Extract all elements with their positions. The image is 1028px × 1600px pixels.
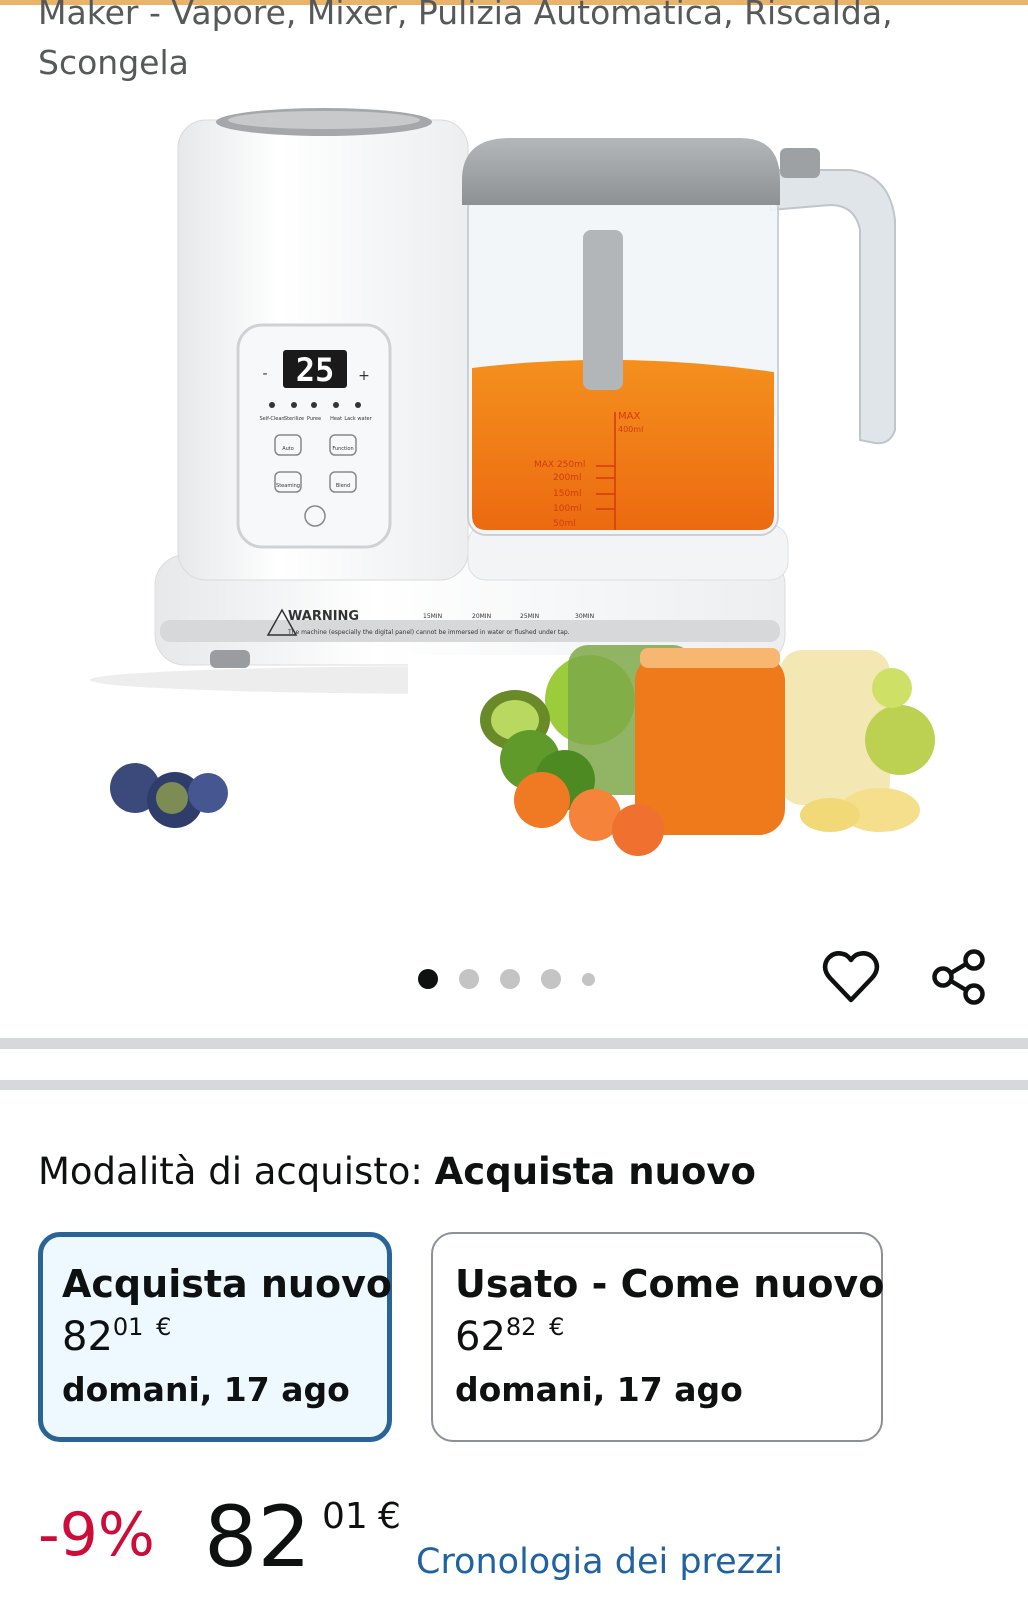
option-price-whole: 62 <box>455 1314 506 1360</box>
price-whole: 82 <box>204 1488 311 1586</box>
option-price-whole: 82 <box>62 1314 113 1360</box>
jar-puree <box>472 359 774 530</box>
option-delivery-date: domani, 17 ago <box>455 1370 743 1409</box>
svg-text:200ml: 200ml <box>553 473 581 483</box>
jar-lid <box>462 138 780 205</box>
section-divider <box>0 1080 1028 1090</box>
svg-text:50ml: 50ml <box>553 519 576 529</box>
option-price: 8201 € <box>62 1308 365 1366</box>
fruit-and-jars <box>408 645 938 860</box>
image-carousel-dots[interactable] <box>418 964 616 994</box>
svg-text:Blend: Blend <box>336 483 350 489</box>
discount-percentage: -9% <box>38 1500 155 1570</box>
price-history-link[interactable]: Cronologia dei prezzi <box>416 1542 783 1582</box>
purchase-mode-row: Modalità di acquisto: Acquista nuovo <box>38 1150 756 1193</box>
price-cents: 01 <box>322 1496 368 1537</box>
product-title-line-1: Maker - Vapore, Mixer, Pulizia Automatic… <box>38 0 893 32</box>
option-title: Acquista nuovo <box>62 1262 392 1306</box>
purchase-mode-value: Acquista nuovo <box>434 1150 756 1193</box>
product-title-line-2: Scongela <box>38 43 189 82</box>
product-image[interactable]: 25 - + Self-Clean Sterilize Puree Heat L… <box>90 100 940 880</box>
carousel-dot[interactable] <box>418 969 438 989</box>
heart-icon <box>822 951 880 1003</box>
purchase-mode-label: Modalità di acquisto: <box>38 1150 423 1193</box>
svg-text:Steaming: Steaming <box>276 483 300 489</box>
wishlist-button[interactable] <box>822 948 880 1006</box>
product-title: Maker - Vapore, Mixer, Pulizia Automatic… <box>38 0 998 88</box>
svg-text:400ml: 400ml <box>618 425 643 434</box>
option-price-currency: € <box>549 1313 565 1341</box>
share-button[interactable] <box>930 948 988 1006</box>
display-value: 25 <box>296 351 335 389</box>
svg-text:Sterilize: Sterilize <box>284 416 304 422</box>
carousel-dot[interactable] <box>459 969 479 989</box>
svg-text:Self-Clean: Self-Clean <box>259 416 284 422</box>
baby-food-maker-image: 25 - + Self-Clean Sterilize Puree Heat L… <box>90 108 938 860</box>
svg-text:25MIN: 25MIN <box>520 613 539 620</box>
share-icon <box>932 949 985 1005</box>
svg-text:+: + <box>358 368 370 384</box>
option-price-cents: 82 <box>505 1313 537 1341</box>
left-foot <box>210 650 250 668</box>
svg-text:Function: Function <box>332 446 353 452</box>
svg-text:Lack water: Lack water <box>344 416 372 422</box>
svg-text:The machine (especially the di: The machine (especially the digital pane… <box>287 629 570 636</box>
svg-text:-: - <box>262 366 267 382</box>
option-card-used[interactable]: Usato - Come nuovo 6282 € domani, 17 ago <box>431 1232 885 1442</box>
option-title: Usato - Come nuovo <box>455 1262 885 1306</box>
section-divider <box>0 1038 1028 1049</box>
carousel-dot[interactable] <box>500 969 520 989</box>
option-price: 6282 € <box>455 1308 859 1366</box>
svg-text:15MIN: 15MIN <box>423 613 442 620</box>
svg-text:20MIN: 20MIN <box>472 613 491 620</box>
svg-text:30MIN: 30MIN <box>575 613 594 620</box>
price-currency: € <box>378 1496 401 1537</box>
svg-text:Auto: Auto <box>282 446 294 452</box>
svg-text:150ml: 150ml <box>553 489 581 499</box>
carousel-dot[interactable] <box>582 972 595 986</box>
blade-shaft <box>583 230 623 390</box>
svg-text:Puree: Puree <box>307 416 321 422</box>
option-price-currency: € <box>156 1313 172 1341</box>
svg-text:Heat: Heat <box>330 416 342 422</box>
option-card-new[interactable]: Acquista nuovo 8201 € domani, 17 ago <box>38 1232 392 1442</box>
option-delivery-date: domani, 17 ago <box>62 1370 350 1409</box>
blueberries <box>110 763 228 828</box>
option-price-cents: 01 <box>112 1313 144 1341</box>
carousel-dot[interactable] <box>541 969 561 989</box>
jar-handle <box>769 169 896 445</box>
svg-text:MAX 250ml: MAX 250ml <box>534 460 585 470</box>
svg-text:100ml: 100ml <box>553 504 581 514</box>
svg-text:WARNING: WARNING <box>288 609 359 624</box>
svg-text:MAX: MAX <box>618 411 640 422</box>
